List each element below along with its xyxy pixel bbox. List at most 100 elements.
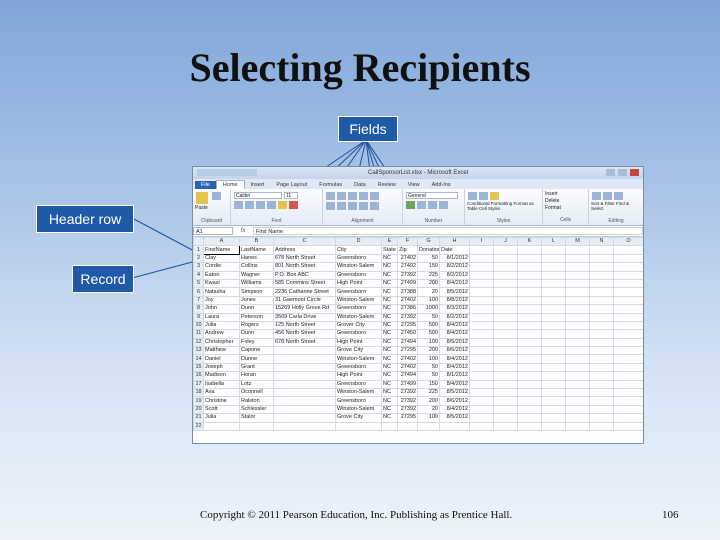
cell[interactable] — [517, 329, 542, 339]
cell[interactable] — [613, 404, 643, 415]
cell[interactable]: Grant — [239, 362, 274, 373]
cell[interactable] — [493, 270, 518, 280]
cut-icon[interactable] — [211, 192, 221, 200]
cell[interactable]: 50 — [417, 371, 440, 381]
cell[interactable] — [589, 262, 614, 272]
cell[interactable] — [541, 245, 566, 255]
cell[interactable]: Lotz — [239, 379, 274, 390]
cell[interactable] — [493, 304, 518, 314]
cell[interactable] — [565, 295, 590, 306]
row-number[interactable]: 17 — [193, 379, 204, 390]
cell[interactable] — [541, 262, 566, 272]
tab-view[interactable]: View — [402, 181, 426, 189]
cell[interactable] — [469, 304, 494, 314]
cell[interactable]: High Point — [335, 371, 382, 381]
cell[interactable]: Christine — [203, 396, 240, 406]
cell[interactable] — [273, 371, 336, 381]
cell[interactable]: Madison — [203, 371, 240, 381]
cell[interactable] — [589, 337, 614, 348]
cell[interactable] — [613, 379, 643, 390]
cell[interactable]: Isabella — [203, 379, 240, 390]
cell[interactable] — [517, 379, 542, 390]
cell[interactable]: 20 — [417, 287, 440, 297]
cell[interactable]: 150 — [417, 262, 440, 272]
currency-icon[interactable] — [406, 201, 415, 209]
align-left-icon[interactable] — [326, 202, 335, 210]
cell[interactable] — [589, 396, 614, 406]
cell[interactable]: NC — [381, 354, 398, 364]
cell[interactable] — [493, 379, 518, 390]
cell[interactable] — [589, 371, 614, 381]
cell[interactable]: 8/4/2012 — [439, 320, 470, 331]
cell[interactable] — [493, 371, 518, 381]
cell[interactable] — [469, 421, 494, 432]
cell[interactable]: 500 — [417, 329, 440, 339]
cell[interactable] — [381, 421, 398, 432]
row-number[interactable]: 12 — [193, 337, 204, 348]
cell[interactable]: Scott — [203, 404, 240, 415]
cell[interactable]: 200 — [417, 278, 440, 289]
cell[interactable]: NC — [381, 262, 398, 272]
format-as-table-icon[interactable] — [479, 192, 488, 200]
cell[interactable] — [565, 320, 590, 331]
cell[interactable]: NC — [381, 304, 398, 314]
row-number[interactable]: 4 — [193, 270, 204, 280]
cell[interactable]: 27392 — [397, 270, 418, 280]
cell[interactable] — [517, 404, 542, 415]
row-number[interactable]: 1 — [193, 245, 204, 255]
italic-icon[interactable] — [245, 201, 254, 209]
cell[interactable] — [493, 312, 518, 322]
cell[interactable]: Christopher — [203, 337, 240, 348]
cell[interactable]: 8/8/2012 — [439, 295, 470, 306]
cell[interactable]: NC — [381, 362, 398, 373]
cell[interactable] — [565, 245, 590, 255]
cell[interactable]: Date — [439, 245, 470, 255]
cell[interactable]: NC — [381, 388, 398, 398]
cell[interactable]: State — [381, 245, 398, 255]
cell[interactable]: Greensboro — [335, 329, 382, 339]
column-header[interactable]: K — [517, 236, 542, 247]
cell[interactable]: Greensboro — [335, 270, 382, 280]
cell[interactable] — [541, 346, 566, 356]
cell[interactable] — [493, 337, 518, 348]
cell[interactable] — [565, 371, 590, 381]
cell[interactable] — [541, 278, 566, 289]
cell[interactable]: NC — [381, 346, 398, 356]
cell[interactable] — [613, 346, 643, 356]
column-header[interactable]: F — [397, 236, 418, 247]
fx-icon[interactable]: fx — [233, 228, 253, 234]
cell[interactable]: 20 — [417, 404, 440, 415]
cell[interactable]: 8/6/2012 — [439, 346, 470, 356]
font-size-box[interactable]: 11 — [284, 192, 298, 199]
cell[interactable] — [493, 287, 518, 297]
cell[interactable] — [565, 404, 590, 415]
conditional-formatting-icon[interactable] — [468, 192, 477, 200]
row-number[interactable]: 8 — [193, 304, 204, 314]
cell[interactable] — [469, 262, 494, 272]
cell[interactable]: Winston-Salem — [335, 262, 382, 272]
cell[interactable] — [469, 413, 494, 423]
cell[interactable] — [493, 388, 518, 398]
cell[interactable] — [589, 354, 614, 364]
cell[interactable] — [565, 354, 590, 364]
cell[interactable] — [517, 362, 542, 373]
cell[interactable] — [565, 287, 590, 297]
row-number[interactable]: 15 — [193, 362, 204, 373]
cell[interactable]: 27499 — [397, 278, 418, 289]
row-number[interactable]: 3 — [193, 262, 204, 272]
fill-color-icon[interactable] — [278, 201, 287, 209]
cell[interactable] — [613, 337, 643, 348]
cell[interactable] — [541, 413, 566, 423]
cell[interactable]: Peterson — [239, 312, 274, 322]
cell[interactable]: Greensboro — [335, 396, 382, 406]
cell[interactable] — [517, 253, 542, 264]
cell[interactable] — [613, 388, 643, 398]
cell[interactable] — [613, 262, 643, 272]
cell[interactable]: NC — [381, 270, 398, 280]
cell[interactable] — [541, 354, 566, 364]
cell[interactable]: 8/5/2012 — [439, 388, 470, 398]
align-right-icon[interactable] — [348, 202, 357, 210]
underline-icon[interactable] — [256, 201, 265, 209]
close-icon[interactable] — [630, 169, 639, 176]
font-name-box[interactable]: Calibri — [234, 192, 282, 199]
